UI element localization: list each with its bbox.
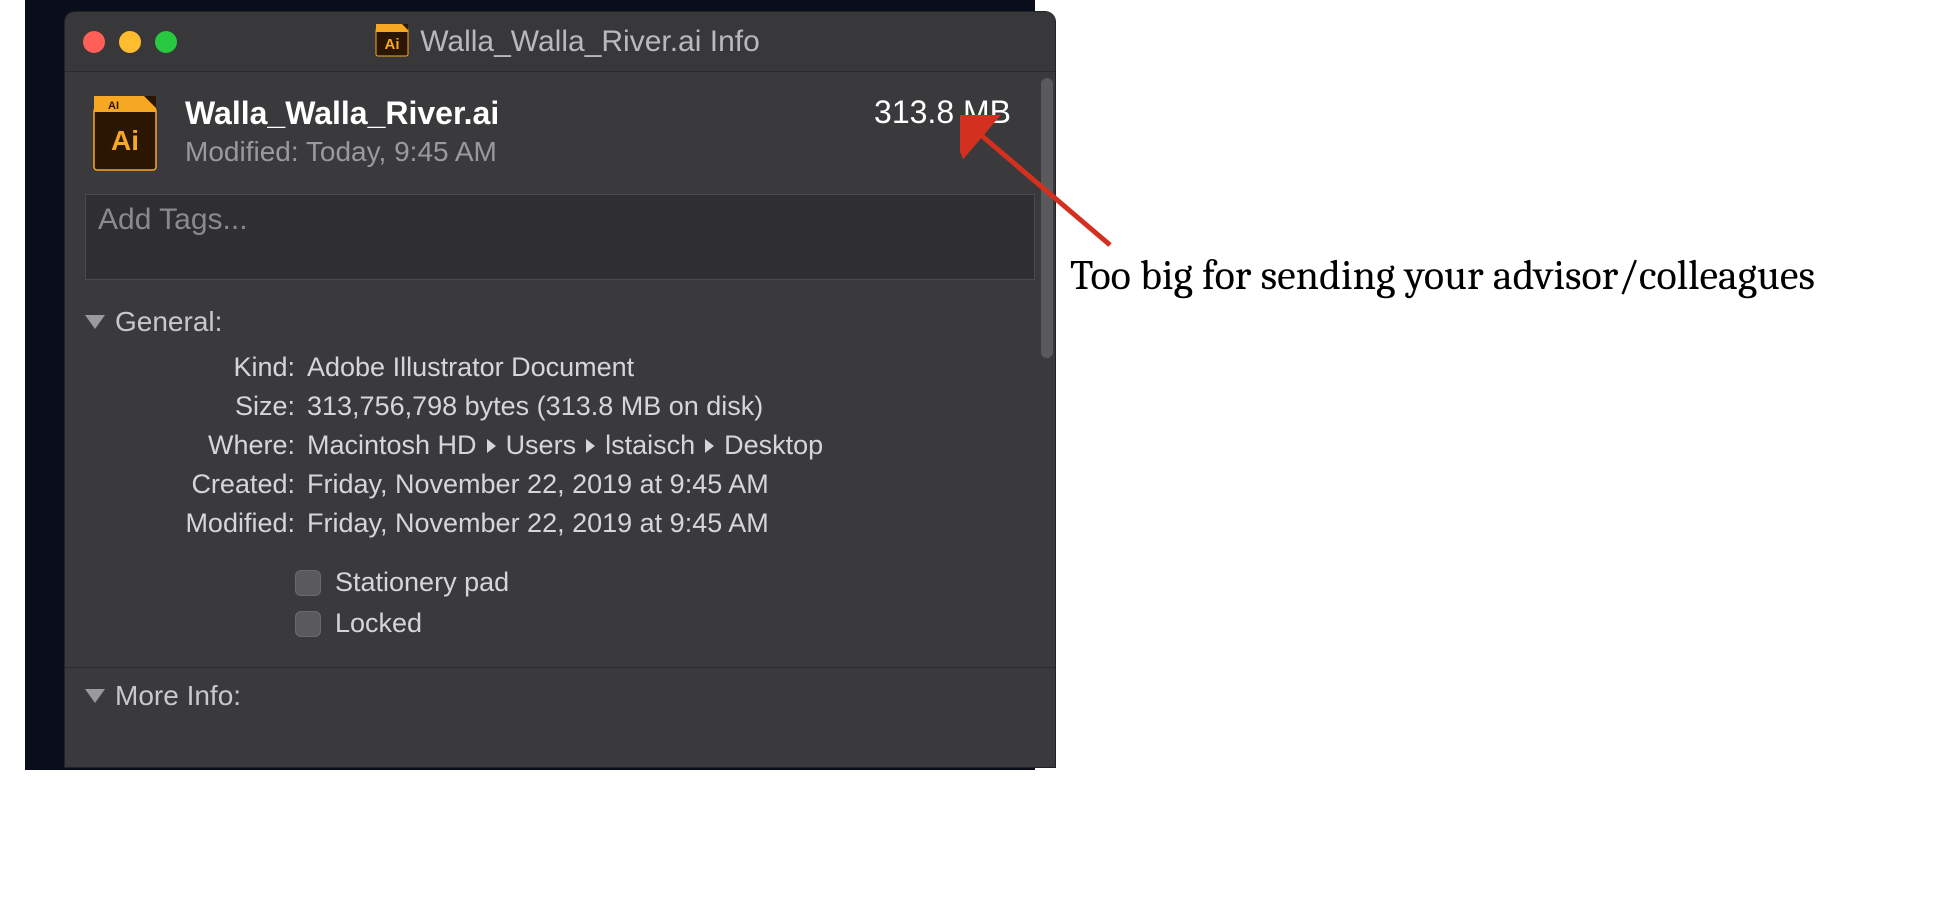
general-grid: Kind: Adobe Illustrator Document Size: 3… xyxy=(85,352,1035,539)
size-label: Size: xyxy=(95,391,295,422)
created-label: Created: xyxy=(95,469,295,500)
size-value: 313,756,798 bytes (313.8 MB on disk) xyxy=(307,391,1035,422)
more-info-header[interactable]: More Info: xyxy=(85,680,1035,712)
kind-value: Adobe Illustrator Document xyxy=(307,352,1035,383)
disclosure-triangle-icon xyxy=(85,315,105,329)
scrollbar[interactable] xyxy=(1041,78,1053,358)
created-value: Friday, November 22, 2019 at 9:45 AM xyxy=(307,469,1035,500)
path-separator-icon xyxy=(586,439,595,453)
title-wrap: Ai Walla_Walla_River.ai Info xyxy=(97,24,1037,60)
path-segment: Macintosh HD xyxy=(307,430,477,461)
stationery-pad-row[interactable]: Stationery pad xyxy=(295,567,1035,598)
modified-value: Friday, November 22, 2019 at 9:45 AM xyxy=(307,508,1035,539)
section-title: More Info: xyxy=(115,680,241,712)
svg-text:Ai: Ai xyxy=(111,125,139,156)
section-title: General: xyxy=(115,306,222,338)
modified-value: Today, 9:45 AM xyxy=(306,136,497,167)
path-segment: Desktop xyxy=(724,430,823,461)
screenshot-canvas: Ai Walla_Walla_River.ai Info AI Ai xyxy=(25,0,1035,770)
modified-label: Modified: xyxy=(185,136,299,167)
where-label: Where: xyxy=(95,430,295,461)
ai-file-icon: AI Ai xyxy=(87,94,167,174)
annotation-text: Too big for sending your advisor/colleag… xyxy=(1070,250,1939,303)
window-title: Walla_Walla_River.ai Info xyxy=(420,25,760,59)
file-header: AI Ai Walla_Walla_River.ai Modified: Tod… xyxy=(65,72,1055,186)
window-content: AI Ai Walla_Walla_River.ai Modified: Tod… xyxy=(65,72,1055,767)
ai-file-icon: Ai xyxy=(374,24,410,60)
get-info-window: Ai Walla_Walla_River.ai Info AI Ai xyxy=(65,12,1055,767)
svg-text:AI: AI xyxy=(108,100,119,112)
file-size: 313.8 MB xyxy=(874,94,1011,131)
path-segment: lstaisch xyxy=(605,430,695,461)
file-modified: Modified: Today, 9:45 AM xyxy=(185,136,856,168)
titlebar: Ai Walla_Walla_River.ai Info xyxy=(65,12,1055,72)
modified-label: Modified: xyxy=(95,508,295,539)
where-value: Macintosh HD Users lstaisch Desktop xyxy=(307,430,1035,461)
locked-label: Locked xyxy=(335,608,422,639)
file-meta: Walla_Walla_River.ai Modified: Today, 9:… xyxy=(185,94,856,168)
kind-label: Kind: xyxy=(95,352,295,383)
general-section: General: Kind: Adobe Illustrator Documen… xyxy=(65,298,1055,649)
svg-text:Ai: Ai xyxy=(385,36,400,53)
locked-row[interactable]: Locked xyxy=(295,608,1035,639)
section-divider xyxy=(65,667,1055,668)
more-info-section: More Info: xyxy=(65,672,1055,712)
stationery-pad-label: Stationery pad xyxy=(335,567,509,598)
path-segment: Users xyxy=(506,430,577,461)
disclosure-triangle-icon xyxy=(85,689,105,703)
locked-checkbox[interactable] xyxy=(295,611,321,637)
tags-input[interactable]: Add Tags... xyxy=(85,194,1035,280)
path-separator-icon xyxy=(487,439,496,453)
general-header[interactable]: General: xyxy=(85,306,1035,338)
tags-placeholder: Add Tags... xyxy=(98,203,248,236)
stationery-pad-checkbox[interactable] xyxy=(295,570,321,596)
path-separator-icon xyxy=(705,439,714,453)
file-name: Walla_Walla_River.ai xyxy=(185,94,856,132)
